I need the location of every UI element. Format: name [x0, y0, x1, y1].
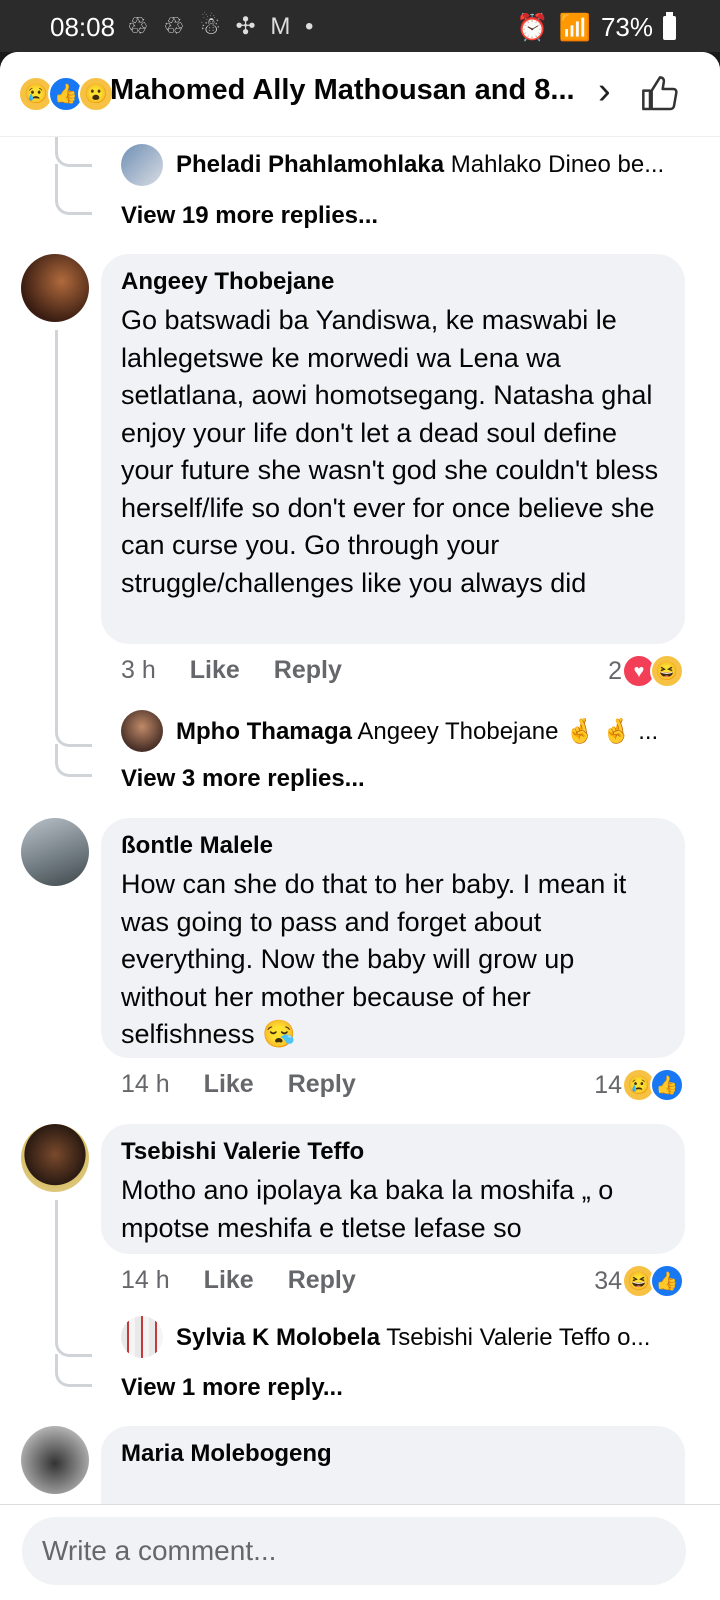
like-button[interactable]: Like: [190, 656, 240, 685]
status-bar: 08:08 ♲ ♲ ☃ ✣ M • ⏰ 📶 73%: [0, 0, 720, 52]
reply-author[interactable]: Pheladi Phahlamohlaka: [176, 151, 444, 178]
comment-bubble[interactable]: Angeey Thobejane Go batswadi ba Yandiswa…: [101, 254, 685, 644]
like-reaction-icon: 👍: [650, 1264, 684, 1298]
comment-time[interactable]: 3 h: [121, 656, 156, 685]
reply-button[interactable]: Reply: [288, 1266, 356, 1295]
view-more-replies[interactable]: View 1 more reply...: [121, 1374, 343, 1402]
status-right: ⏰ 📶 73%: [516, 11, 676, 43]
reply-snippet: Tsebishi Valerie Teffo o...: [386, 1324, 651, 1351]
comment-composer: Write a comment...: [0, 1504, 720, 1600]
comment-text: How can she do that to her baby. I mean …: [121, 869, 627, 1049]
thread-line: [55, 330, 58, 708]
reaction-count: 2: [608, 656, 622, 685]
reactions-header[interactable]: 😢 👍 😮 Mahomed Ally Mathousan and 8... ›: [0, 52, 720, 137]
chevron-right-icon[interactable]: ›: [598, 70, 611, 113]
wow-reaction-icon: 😮: [78, 76, 114, 112]
like-button[interactable]: Like: [204, 1070, 254, 1099]
comment-actions: 14 h Like Reply: [121, 1070, 356, 1099]
comment-text: Motho ano ipolaya ka baka la moshifa „ o…: [121, 1175, 614, 1243]
header-reactions[interactable]: 😢 👍 😮: [18, 76, 114, 112]
thread-connector: [55, 1324, 92, 1357]
reply-snippet: Mahlako Dineo be...: [450, 151, 665, 178]
battery-icon: [663, 11, 676, 40]
reactors-title[interactable]: Mahomed Ally Mathousan and 8...: [110, 74, 575, 107]
reply-author[interactable]: Mpho Thamaga: [176, 718, 352, 745]
like-reaction-icon: 👍: [650, 1068, 684, 1102]
reply-button[interactable]: Reply: [288, 1070, 356, 1099]
haha-reaction-icon: 😆: [650, 654, 684, 688]
comment-input[interactable]: Write a comment...: [22, 1517, 686, 1585]
reply-snippet: Angeey Thobejane 🤞 🤞 ...: [357, 718, 659, 745]
reply-button[interactable]: Reply: [274, 656, 342, 685]
reaction-summary[interactable]: 2 ♥ 😆: [608, 654, 684, 688]
avatar[interactable]: [21, 1124, 89, 1192]
comment-author[interactable]: Tsebishi Valerie Teffo: [121, 1138, 665, 1166]
comment-bubble[interactable]: ßontle Malele How can she do that to her…: [101, 818, 685, 1058]
comment-time[interactable]: 14 h: [121, 1266, 170, 1295]
alarm-icon: ⏰: [516, 12, 549, 42]
reply-author[interactable]: Sylvia K Molobela: [176, 1324, 380, 1351]
reply-preview[interactable]: Mpho Thamaga Angeey Thobejane 🤞 🤞 ...: [176, 717, 676, 746]
reply-preview[interactable]: Pheladi Phahlamohlaka Mahlako Dineo be..…: [176, 151, 676, 179]
avatar[interactable]: [21, 254, 89, 322]
comments-sheet: 😢 👍 😮 Mahomed Ally Mathousan and 8... › …: [0, 52, 720, 1600]
wifi-icon: 📶: [558, 12, 591, 42]
status-time: 08:08: [50, 12, 116, 42]
thread-connector: [55, 1354, 92, 1387]
comment-author[interactable]: Maria Molebogeng: [121, 1440, 665, 1468]
notification-icons: ♲ ♲ ☃ ✣ M •: [127, 13, 318, 40]
like-icon[interactable]: [640, 74, 680, 114]
avatar[interactable]: [121, 144, 163, 186]
view-more-replies[interactable]: View 19 more replies...: [121, 202, 378, 230]
avatar[interactable]: [21, 818, 89, 886]
like-button[interactable]: Like: [204, 1266, 254, 1295]
comment-actions: 3 h Like Reply: [121, 656, 342, 685]
reply-preview[interactable]: Sylvia K Molobela Tsebishi Valerie Teffo…: [176, 1324, 676, 1352]
comment-author[interactable]: Angeey Thobejane: [121, 268, 665, 296]
view-more-replies[interactable]: View 3 more replies...: [121, 765, 365, 793]
thread-connector: [55, 744, 92, 777]
avatar[interactable]: [21, 1426, 89, 1494]
reaction-count: 14: [594, 1070, 622, 1099]
thread-connector: [55, 708, 92, 747]
comment-time[interactable]: 14 h: [121, 1070, 170, 1099]
comment-bubble[interactable]: Tsebishi Valerie Teffo Motho ano ipolaya…: [101, 1124, 685, 1254]
thread-connector: [55, 136, 92, 167]
avatar[interactable]: [121, 1316, 163, 1358]
thread-line: [55, 1200, 58, 1324]
comment-author[interactable]: ßontle Malele: [121, 832, 665, 860]
avatar[interactable]: [121, 710, 163, 752]
thread-connector: [55, 164, 92, 215]
reaction-summary[interactable]: 14 😢 👍: [594, 1068, 684, 1102]
comment-text: Go batswadi ba Yandiswa, ke maswabi le l…: [121, 305, 659, 598]
comment-actions: 14 h Like Reply: [121, 1266, 356, 1295]
reaction-summary[interactable]: 34 😆 👍: [594, 1264, 684, 1298]
reaction-count: 34: [594, 1266, 622, 1295]
battery-percent: 73%: [600, 12, 653, 42]
